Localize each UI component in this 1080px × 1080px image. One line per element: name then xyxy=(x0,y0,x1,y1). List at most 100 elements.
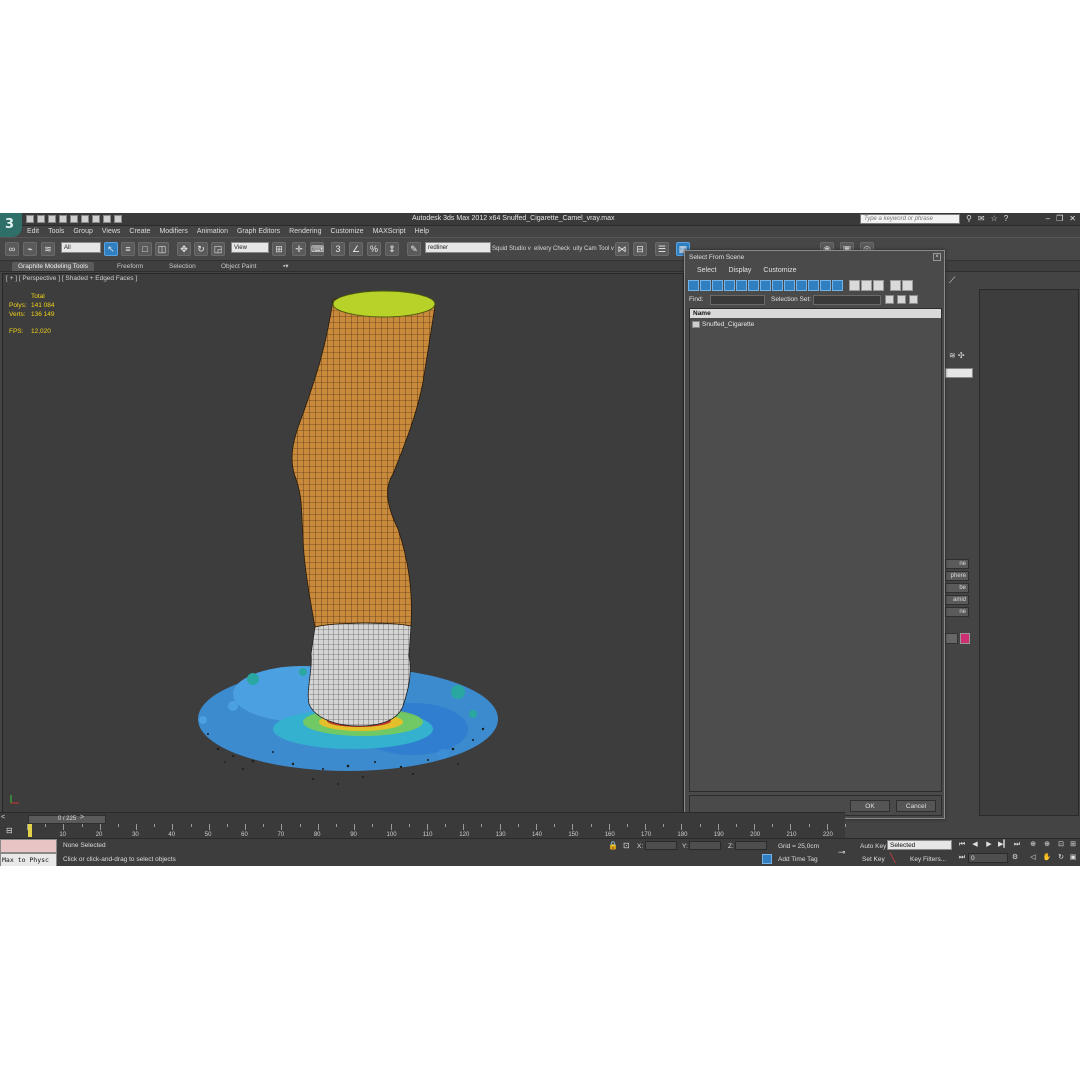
timeline-ruler[interactable]: 10 20 30 40 50 60 70 80 90 100 110 120 130 140 150 160 1… xyxy=(27,824,846,838)
close-icon[interactable]: × xyxy=(933,253,941,261)
z-coordinate-field[interactable] xyxy=(735,841,767,850)
ok-button[interactable]: OK xyxy=(850,800,890,812)
time-slider[interactable]: 0 / 225 xyxy=(28,815,106,824)
mirror-icon[interactable]: ⋈ xyxy=(615,242,629,256)
favorites-star-icon[interactable]: ☆ xyxy=(991,214,998,223)
create-geosphere-button[interactable]: phere xyxy=(945,571,969,581)
snaps-toggle-icon[interactable]: 3 xyxy=(331,242,345,256)
communication-icon[interactable]: ✉ xyxy=(978,214,985,223)
selection-set-remove-icon[interactable] xyxy=(897,295,906,304)
display-hidden-icon[interactable] xyxy=(820,280,831,291)
orbit-icon[interactable]: ↻ xyxy=(1056,853,1066,863)
app-logo-icon[interactable]: 3 xyxy=(0,213,22,237)
systems-icon[interactable]: ≋ ✣ xyxy=(949,351,965,360)
filter-icon[interactable] xyxy=(890,280,901,291)
next-frame-icon[interactable]: ▶▎ xyxy=(998,840,1009,850)
filter-options-icon[interactable] xyxy=(902,280,913,291)
y-coordinate-field[interactable] xyxy=(689,841,721,850)
restore-icon[interactable]: ❐ xyxy=(1056,214,1063,223)
tab-selection[interactable]: Selection xyxy=(163,262,202,271)
spinner-snap-icon[interactable]: ⇕ xyxy=(385,242,399,256)
create-tube-button[interactable]: be xyxy=(945,583,969,593)
auto-key-button[interactable]: Auto Key xyxy=(860,843,886,850)
cancel-button[interactable]: Cancel xyxy=(896,800,936,812)
move-icon[interactable]: ✥ xyxy=(177,242,191,256)
find-input[interactable] xyxy=(710,295,765,305)
manipulate-icon[interactable]: ✛ xyxy=(292,242,306,256)
angle-snap-icon[interactable]: ∠ xyxy=(349,242,363,256)
create-cone-button[interactable]: ne xyxy=(945,559,969,569)
x-coordinate-field[interactable] xyxy=(645,841,677,850)
menu-edit[interactable]: Edit xyxy=(22,226,43,237)
scale-icon[interactable]: ◲ xyxy=(211,242,225,256)
reference-coordinate-dropdown[interactable]: View xyxy=(231,242,269,253)
set-key-button[interactable]: Set Key xyxy=(862,856,885,863)
save-file-icon[interactable] xyxy=(48,215,56,223)
display-frozen-icon[interactable] xyxy=(808,280,819,291)
toolbar-script-label[interactable]: elivery Check xyxy=(534,246,570,252)
project-folder-icon[interactable] xyxy=(81,215,89,223)
layer-manager-icon[interactable]: ☰ xyxy=(655,242,669,256)
selection-set-add-icon[interactable] xyxy=(885,295,894,304)
go-to-start-icon[interactable]: ⏮ xyxy=(957,840,967,850)
select-object-icon[interactable]: ↖ xyxy=(104,242,118,256)
dialog-menu-select[interactable]: Select xyxy=(691,267,722,274)
help-icon[interactable]: ? xyxy=(1004,214,1008,223)
menu-customize[interactable]: Customize xyxy=(325,226,367,237)
maxscript-listener-mini[interactable] xyxy=(0,839,57,853)
window-crossing-icon[interactable]: ◫ xyxy=(155,242,169,256)
menu-create[interactable]: Create xyxy=(124,226,154,237)
display-all-icon[interactable] xyxy=(832,280,843,291)
display-bones-icon[interactable] xyxy=(784,280,795,291)
time-tag-icon[interactable] xyxy=(762,854,772,864)
zoom-extents-all-icon[interactable]: ⊞ xyxy=(1068,840,1078,850)
dialog-menu-customize[interactable]: Customize xyxy=(757,267,802,274)
display-cameras-icon[interactable] xyxy=(724,280,735,291)
display-space-warps-icon[interactable] xyxy=(748,280,759,291)
new-file-icon[interactable] xyxy=(26,215,34,223)
set-key-icon[interactable]: ╲ xyxy=(890,853,895,864)
object-list[interactable]: Name Snuffed_Cigarette xyxy=(689,308,942,792)
display-groups-icon[interactable] xyxy=(760,280,771,291)
toolbar-script-label[interactable]: uity Cam Tool v xyxy=(573,246,614,252)
open-file-icon[interactable] xyxy=(37,215,45,223)
viewport-label[interactable]: [ + ] [ Perspective ] [ Shaded + Edged F… xyxy=(6,275,137,282)
tab-graphite-modeling-tools[interactable]: Graphite Modeling Tools xyxy=(12,262,94,271)
dialog-menu-display[interactable]: Display xyxy=(722,267,757,274)
cigarette-model[interactable] xyxy=(3,274,685,817)
list-item[interactable]: Snuffed_Cigarette xyxy=(692,321,754,328)
menu-group[interactable]: Group xyxy=(68,226,96,237)
tab-freeform[interactable]: Freeform xyxy=(111,262,149,271)
display-helpers-icon[interactable] xyxy=(736,280,747,291)
time-back-icon[interactable]: < xyxy=(1,814,5,821)
menu-rendering[interactable]: Rendering xyxy=(284,226,325,237)
key-mode-toggle-icon[interactable]: ⏭ xyxy=(957,853,967,863)
menu-views[interactable]: Views xyxy=(97,226,125,237)
redo-icon[interactable] xyxy=(70,215,78,223)
key-mode-icon[interactable]: ⊸ xyxy=(838,847,846,858)
pivot-icon[interactable]: ⊞ xyxy=(272,242,286,256)
select-by-name-icon[interactable]: ≡ xyxy=(121,242,135,256)
column-header-name[interactable]: Name xyxy=(690,309,941,318)
pan-icon[interactable]: ✋ xyxy=(1042,853,1052,863)
display-geometry-icon[interactable] xyxy=(688,280,699,291)
selection-filter-dropdown[interactable]: All xyxy=(61,242,101,253)
link-icon[interactable]: ∞ xyxy=(5,242,19,256)
select-invert-icon[interactable] xyxy=(873,280,884,291)
bind-space-warp-icon[interactable]: ≋ xyxy=(41,242,55,256)
go-to-end-icon[interactable]: ⏭ xyxy=(1012,840,1022,850)
percent-snap-icon[interactable]: % xyxy=(367,242,381,256)
zoom-icon[interactable]: ⊕ xyxy=(1028,840,1038,850)
search-input[interactable]: Type a keyword or phrase xyxy=(860,214,960,224)
previous-frame-icon[interactable]: ◀ xyxy=(970,840,980,850)
maximize-viewport-icon[interactable]: ▣ xyxy=(1068,853,1078,863)
rectangular-selection-icon[interactable]: □ xyxy=(138,242,152,256)
zoom-all-icon[interactable]: ⊕ xyxy=(1042,840,1052,850)
object-name-field[interactable] xyxy=(945,633,958,644)
create-pyramid-button[interactable]: amid xyxy=(945,595,969,605)
binoculars-icon[interactable]: ⚲ xyxy=(966,214,972,223)
create-category-icons[interactable]: ≋ ✣ xyxy=(949,351,977,365)
zoom-extents-icon[interactable]: ⊡ xyxy=(1056,840,1066,850)
select-none-icon[interactable] xyxy=(861,280,872,291)
display-xrefs-icon[interactable] xyxy=(772,280,783,291)
